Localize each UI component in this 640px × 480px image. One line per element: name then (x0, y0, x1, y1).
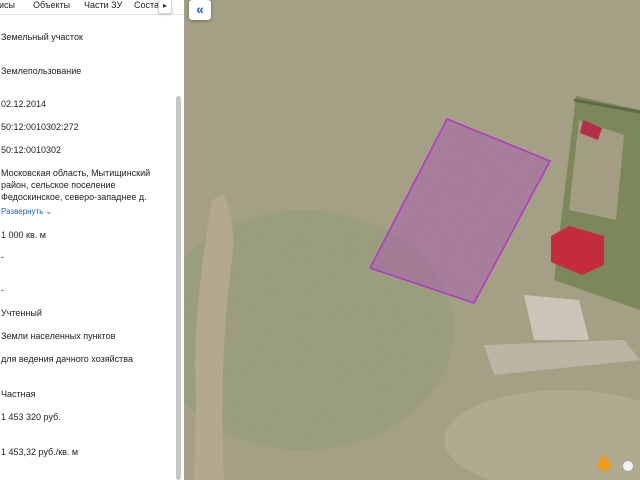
field-address: Московская область, Мытищинский район, с… (1, 168, 151, 202)
satellite-map[interactable] (184, 0, 640, 480)
field-cadastral-number: 50:12:0010302:272 (1, 122, 79, 132)
tab-composition[interactable]: Соста (134, 0, 159, 11)
tab-land-parts[interactable]: Части ЗУ (84, 0, 122, 11)
chevron-down-icon: ⌄ (45, 207, 53, 216)
field-object-type: Земельный участок (1, 32, 83, 42)
field-registration-date: 02.12.2014 (1, 99, 47, 109)
field-status: Учтенный (1, 308, 42, 318)
neighbor-building (524, 295, 589, 340)
panel-scrollbar[interactable] (176, 96, 181, 480)
field-permitted-use: для ведения дачного хозяйства (1, 354, 133, 364)
field-dash-2: - (1, 285, 4, 295)
field-land-type: Землепользование (1, 66, 82, 76)
field-dash-1: - (1, 252, 4, 262)
tab-cadastral-works[interactable]: исы (0, 0, 15, 11)
collapse-panel-button[interactable]: « (189, 0, 211, 20)
expand-link[interactable]: Развернуть ⌄ (1, 207, 52, 216)
field-cadastral-quarter: 50:12:0010302 (1, 145, 62, 155)
chevron-right-icon[interactable]: ▸ (158, 0, 172, 14)
field-ownership: Частная (1, 389, 36, 399)
tab-bar: исы Объекты Части ЗУ Соста ▸ (0, 0, 184, 15)
field-cadastral-value: 1 453 320 руб. (1, 412, 61, 422)
field-land-category: Земли населенных пунктов (1, 331, 116, 341)
tab-objects[interactable]: Объекты (33, 0, 70, 11)
field-unit-value: 1 453,32 руб./кв. м (1, 447, 79, 457)
field-area: 1 000 кв. м (1, 230, 46, 240)
info-panel: исы Объекты Части ЗУ Соста ▸ Земельный у… (0, 0, 185, 480)
